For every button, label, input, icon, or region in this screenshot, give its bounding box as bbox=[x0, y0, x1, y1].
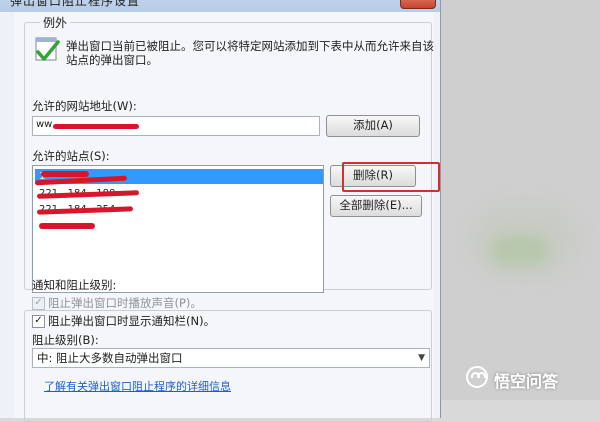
close-button[interactable]: ✕ bbox=[400, 0, 436, 9]
play-sound-checkbox[interactable]: ✓ bbox=[32, 297, 45, 310]
allowed-sites-label: 允许的站点(S): bbox=[32, 149, 110, 163]
allowed-sites-list[interactable]: 1 221. .184. .188 221. .184. .254 bbox=[32, 165, 324, 293]
popup-checkmark-icon bbox=[35, 37, 60, 61]
blocking-level-value: 中: 阻止大多数自动弹出窗口 bbox=[37, 351, 183, 365]
popup-blocker-settings-dialog: 弹出窗口阻止程序设置 ✕ 例外 弹出窗口当前已被阻止。您可以将特定网站添加到下表… bbox=[0, 0, 441, 422]
background-blur bbox=[490, 235, 550, 265]
remove-all-button[interactable]: 全部删除(E)... bbox=[330, 195, 422, 217]
blocking-level-select[interactable]: 中: 阻止大多数自动弹出窗口 ▼ bbox=[32, 348, 430, 368]
redaction-scribble bbox=[39, 223, 95, 229]
chevron-down-icon: ▼ bbox=[418, 353, 425, 363]
allow-address-input[interactable]: ww bbox=[32, 116, 320, 136]
show-infobar-label: 阻止弹出窗口时显示通知栏(N)。 bbox=[48, 314, 216, 328]
allow-address-value: ww bbox=[36, 119, 53, 130]
learn-more-link[interactable]: 了解有关弹出窗口阻止程序的详细信息 bbox=[44, 378, 231, 394]
background-window bbox=[440, 0, 600, 400]
notification-group-title: 通知和阻止级别: bbox=[32, 278, 117, 292]
highlight-box bbox=[342, 162, 440, 192]
watermark-text: 悟空问答 bbox=[494, 372, 559, 391]
info-text: 弹出窗口当前已被阻止。您可以将特定网站添加到下表中从而允许来自该站点的弹出窗口。 bbox=[66, 39, 434, 67]
redaction-scribble bbox=[41, 171, 89, 177]
window-title: 弹出窗口阻止程序设置 bbox=[10, 0, 141, 8]
exceptions-group-title: 例外 bbox=[40, 14, 71, 31]
title-bar: 弹出窗口阻止程序设置 ✕ bbox=[0, 0, 440, 12]
wukong-logo-icon bbox=[466, 366, 488, 388]
dialog-content: 例外 弹出窗口当前已被阻止。您可以将特定网站添加到下表中从而允许来自该站点的弹出… bbox=[14, 12, 440, 422]
allow-address-label: 允许的网站地址(W): bbox=[32, 99, 137, 113]
redaction-scribble bbox=[53, 124, 139, 129]
show-infobar-checkbox[interactable]: ✓ bbox=[32, 315, 45, 328]
blocking-level-label: 阻止级别(B): bbox=[32, 333, 99, 347]
play-sound-label: 阻止弹出窗口时播放声音(P)。 bbox=[48, 296, 202, 310]
add-button[interactable]: 添加(A) bbox=[326, 115, 420, 137]
